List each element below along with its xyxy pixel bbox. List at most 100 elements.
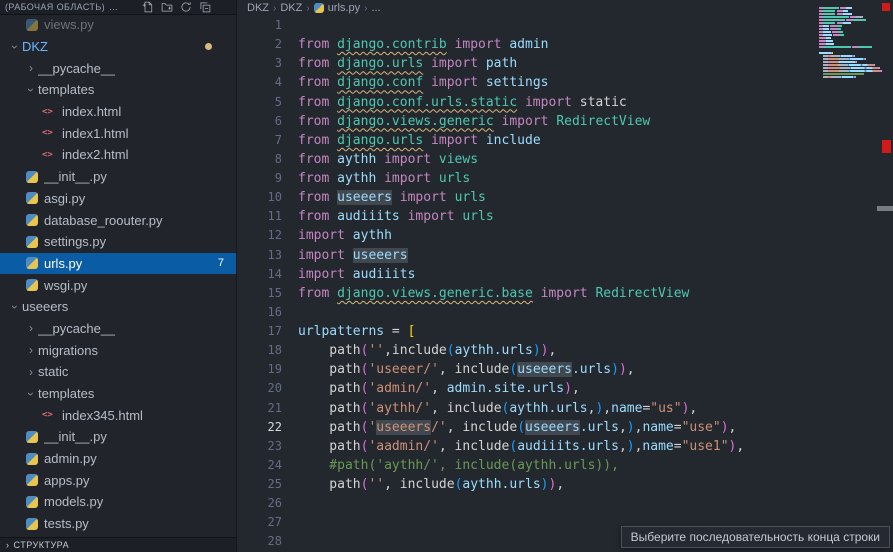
- code-line-5[interactable]: 5from django.conf.urls.static import sta…: [238, 93, 817, 112]
- breadcrumb-item[interactable]: DKZ: [247, 2, 269, 14]
- minimap[interactable]: [819, 4, 877, 88]
- line-number[interactable]: 8: [238, 150, 298, 169]
- tree-item-index-html[interactable]: <>index.html: [0, 101, 236, 123]
- code-line-24[interactable]: 24 #path('aythh/', include(aythh.urls)),: [238, 456, 817, 475]
- overview-ruler[interactable]: [879, 0, 893, 552]
- code-line-11[interactable]: 11from audiiits import urls: [238, 207, 817, 226]
- minimap-line: [819, 85, 877, 88]
- code-line-10[interactable]: 10from useeers import urls: [238, 188, 817, 207]
- code-line-25[interactable]: 25 path('', include(aythh.urls)),: [238, 475, 817, 494]
- new-file-icon[interactable]: [142, 1, 154, 13]
- breadcrumb-item[interactable]: DKZ: [280, 2, 302, 14]
- line-number[interactable]: 15: [238, 284, 298, 303]
- line-number[interactable]: 26: [238, 494, 298, 513]
- more-actions-button[interactable]: …: [109, 2, 118, 12]
- code-line-6[interactable]: 6from django.views.generic import Redire…: [238, 112, 817, 131]
- code-line-18[interactable]: 18 path('',include(aythh.urls)),: [238, 341, 817, 360]
- tree-item--pycache-[interactable]: ›__pycache__: [0, 57, 236, 79]
- workspace-section-header[interactable]: (РАБОЧАЯ ОБЛАСТЬ) …: [0, 0, 236, 15]
- code-line-2[interactable]: 2from django.contrib import admin: [238, 35, 817, 54]
- line-number[interactable]: 12: [238, 226, 298, 245]
- line-number[interactable]: 21: [238, 399, 298, 418]
- line-number[interactable]: 3: [238, 54, 298, 73]
- code-line-13[interactable]: 13import useeers: [238, 246, 817, 265]
- tree-item-asgi-py[interactable]: asgi.py: [0, 188, 236, 210]
- breadcrumb-item[interactable]: ...: [371, 2, 380, 14]
- code-line-14[interactable]: 14import audiiits: [238, 265, 817, 284]
- py-file-icon: [26, 474, 38, 486]
- line-number[interactable]: 24: [238, 456, 298, 475]
- tree-item-useeers[interactable]: ›useeers: [0, 296, 236, 318]
- tree-item--init-py[interactable]: __init__.py: [0, 166, 236, 188]
- line-number[interactable]: 6: [238, 112, 298, 131]
- line-number[interactable]: 9: [238, 169, 298, 188]
- tree-item-models-py[interactable]: models.py: [0, 491, 236, 513]
- outline-section-header[interactable]: › СТРУКТУРА: [0, 537, 236, 552]
- code-line-7[interactable]: 7from django.urls import include: [238, 131, 817, 150]
- breadcrumb-item[interactable]: urls.py: [314, 2, 360, 14]
- code-line-8[interactable]: 8from aythh import views: [238, 150, 817, 169]
- line-number[interactable]: 20: [238, 379, 298, 398]
- tree-item-label: views.py: [44, 17, 94, 32]
- line-number[interactable]: 10: [238, 188, 298, 207]
- line-text: from audiiits import urls: [298, 207, 494, 226]
- tree-item-templates[interactable]: ›templates: [0, 79, 236, 101]
- code-line-15[interactable]: 15from django.views.generic.base import …: [238, 284, 817, 303]
- code-line-20[interactable]: 20 path('admin/', admin.site.urls),: [238, 379, 817, 398]
- line-number[interactable]: 11: [238, 207, 298, 226]
- tree-item-settings-py[interactable]: settings.py: [0, 231, 236, 253]
- line-number[interactable]: 25: [238, 475, 298, 494]
- code-line-26[interactable]: 26: [238, 494, 817, 513]
- line-number[interactable]: 17: [238, 322, 298, 341]
- tree-item-urls-py[interactable]: urls.py7: [0, 253, 236, 275]
- code-line-16[interactable]: 16: [238, 303, 817, 322]
- tree-item-database-roouter-py[interactable]: database_roouter.py: [0, 209, 236, 231]
- code-line-3[interactable]: 3from django.urls import path: [238, 54, 817, 73]
- tree-item-apps-py[interactable]: apps.py: [0, 469, 236, 491]
- line-number[interactable]: 14: [238, 265, 298, 284]
- code-line-17[interactable]: 17urlpatterns = [: [238, 322, 817, 341]
- tree-item-dkz[interactable]: ›DKZ: [0, 36, 236, 58]
- chevron-right-icon: ›: [6, 540, 10, 550]
- line-number[interactable]: 13: [238, 246, 298, 265]
- code-line-1[interactable]: 1: [238, 16, 817, 35]
- line-number[interactable]: 4: [238, 73, 298, 92]
- code-line-21[interactable]: 21 path('aythh/', include(aythh.urls,),n…: [238, 399, 817, 418]
- tree-item-migrations[interactable]: ›migrations: [0, 339, 236, 361]
- code-editor[interactable]: DKZ›DKZ›urls.py›... 12from django.contri…: [238, 0, 893, 552]
- tree-item-index345-html[interactable]: <>index345.html: [0, 404, 236, 426]
- tree-item-index1-html[interactable]: <>index1.html: [0, 122, 236, 144]
- tree-item-tests-py[interactable]: tests.py: [0, 513, 236, 535]
- line-number[interactable]: 22: [238, 418, 298, 437]
- refresh-icon[interactable]: [180, 1, 192, 13]
- line-number[interactable]: 28: [238, 532, 298, 551]
- chevron-down-icon: ›: [8, 300, 22, 314]
- line-number[interactable]: 18: [238, 341, 298, 360]
- line-number[interactable]: 2: [238, 35, 298, 54]
- chevron-down-icon: ›: [24, 387, 38, 401]
- line-number[interactable]: 7: [238, 131, 298, 150]
- code-line-4[interactable]: 4from django.conf import settings: [238, 73, 817, 92]
- code-line-19[interactable]: 19 path('useeer/', include(useeers.urls)…: [238, 360, 817, 379]
- code-line-12[interactable]: 12import aythh: [238, 226, 817, 245]
- tree-item--init-py[interactable]: __init__.py: [0, 426, 236, 448]
- tree-item-templates[interactable]: ›templates: [0, 383, 236, 405]
- new-folder-icon[interactable]: [161, 1, 173, 13]
- code-area[interactable]: 12from django.contrib import admin3from …: [238, 16, 817, 552]
- line-number[interactable]: 1: [238, 16, 298, 35]
- collapse-all-icon[interactable]: [199, 1, 211, 13]
- line-number[interactable]: 23: [238, 437, 298, 456]
- tree-item--pycache-[interactable]: ›__pycache__: [0, 318, 236, 340]
- tree-item-index2-html[interactable]: <>index2.html: [0, 144, 236, 166]
- tree-item-static[interactable]: ›static: [0, 361, 236, 383]
- line-number[interactable]: 16: [238, 303, 298, 322]
- line-number[interactable]: 27: [238, 513, 298, 532]
- tree-item-wsgi-py[interactable]: wsgi.py: [0, 274, 236, 296]
- code-line-9[interactable]: 9from aythh import urls: [238, 169, 817, 188]
- line-number[interactable]: 5: [238, 93, 298, 112]
- code-line-23[interactable]: 23 path('aadmin/', include(audiiits.urls…: [238, 437, 817, 456]
- tree-item-admin-py[interactable]: admin.py: [0, 448, 236, 470]
- tree-item-views-py[interactable]: views.py: [0, 14, 236, 36]
- code-line-22[interactable]: 22 path('useeers/', include(useeers.urls…: [238, 418, 817, 437]
- line-number[interactable]: 19: [238, 360, 298, 379]
